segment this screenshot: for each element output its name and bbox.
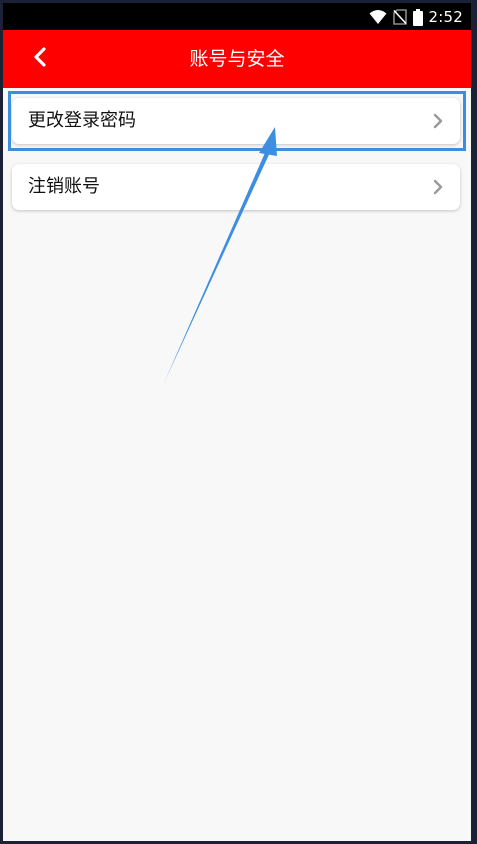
page-title: 账号与安全 xyxy=(189,48,285,70)
back-button[interactable] xyxy=(25,44,55,74)
change-password-label: 更改登录密码 xyxy=(28,110,136,131)
deactivate-account-label: 注销账号 xyxy=(28,176,100,197)
battery-icon xyxy=(412,8,423,26)
status-time: 2:52 xyxy=(428,7,463,26)
app-screen: 2:52 账号与安全 更改登录密码 注销账号 xyxy=(3,3,471,841)
deactivate-account-item[interactable]: 注销账号 xyxy=(12,164,460,210)
change-password-item[interactable]: 更改登录密码 xyxy=(12,98,460,144)
app-bar: 账号与安全 xyxy=(3,30,471,88)
wifi-icon xyxy=(369,9,387,25)
chevron-right-icon xyxy=(432,179,444,195)
chevron-left-icon xyxy=(33,47,47,71)
chevron-right-icon xyxy=(432,113,444,129)
status-bar: 2:52 xyxy=(3,3,471,30)
no-sim-icon xyxy=(392,8,407,25)
status-icons: 2:52 xyxy=(369,3,471,30)
